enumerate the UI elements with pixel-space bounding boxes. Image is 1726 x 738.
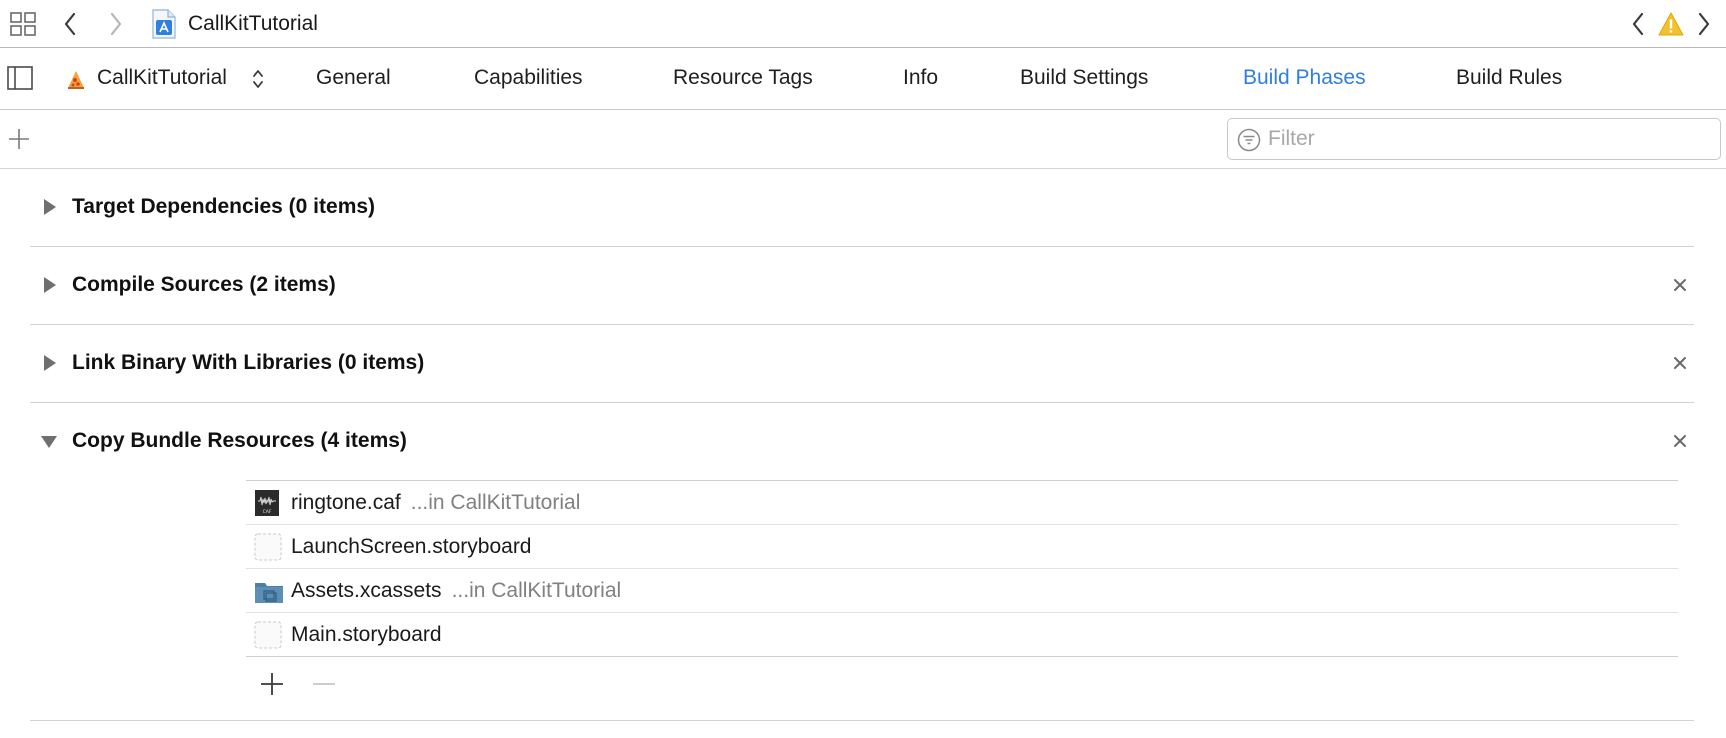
issue-forward-icon[interactable] — [1692, 10, 1716, 38]
disclosure-triangle-icon[interactable] — [42, 197, 58, 217]
related-items-icon[interactable] — [8, 10, 38, 38]
disclosure-triangle-expanded-icon[interactable] — [39, 434, 59, 450]
phase-title: Copy Bundle Resources (4 items) — [72, 429, 407, 452]
filter-row — [0, 110, 1726, 169]
remove-resource-icon[interactable] — [310, 671, 338, 697]
tab-build-phases[interactable]: Build Phases — [1243, 63, 1366, 93]
tab-resource-tags[interactable]: Resource Tags — [673, 63, 813, 93]
editor-tab-bar: CallKitTutorial General Capabilities Res… — [0, 48, 1726, 110]
chevron-updown-icon[interactable] — [249, 66, 267, 92]
resource-location: ...in CallKitTutorial — [451, 579, 622, 602]
disclosure-triangle-icon[interactable] — [42, 275, 58, 295]
sidebar-toggle-icon[interactable] — [6, 64, 34, 92]
resource-row[interactable]: CAF ringtone.caf ...in CallKitTutorial — [246, 481, 1678, 525]
phase-header[interactable]: Compile Sources (2 items) — [30, 247, 1694, 325]
storyboard-file-icon — [254, 533, 282, 561]
back-arrow-icon[interactable] — [58, 10, 82, 38]
forward-arrow-icon[interactable] — [104, 10, 128, 38]
breadcrumb-project[interactable]: CallKitTutorial — [188, 10, 318, 38]
project-file-icon — [150, 8, 178, 40]
phase-title: Compile Sources (2 items) — [72, 273, 336, 296]
phase-header[interactable]: Link Binary With Libraries (0 items) — [30, 325, 1694, 403]
tab-build-settings[interactable]: Build Settings — [1020, 63, 1148, 93]
resource-row[interactable]: Assets.xcassets ...in CallKitTutorial — [246, 569, 1678, 613]
phase-link-binary: Link Binary With Libraries (0 items) — [30, 325, 1694, 403]
resource-name: Main.storyboard — [291, 623, 442, 646]
navigation-bar: CallKitTutorial — [0, 0, 1726, 48]
filter-input[interactable] — [1268, 125, 1708, 153]
resource-name: ringtone.caf — [291, 491, 401, 514]
phase-title: Target Dependencies (0 items) — [72, 195, 376, 218]
audio-file-icon: CAF — [254, 489, 282, 517]
remove-phase-icon[interactable] — [1668, 273, 1692, 297]
phase-compile-sources: Compile Sources (2 items) — [30, 247, 1694, 325]
remove-phase-icon[interactable] — [1668, 429, 1692, 453]
warning-icon[interactable] — [1656, 10, 1686, 38]
tab-general[interactable]: General — [316, 63, 391, 93]
resource-name: LaunchScreen.storyboard — [291, 535, 532, 558]
add-resource-icon[interactable] — [258, 671, 286, 697]
svg-text:CAF: CAF — [263, 509, 272, 515]
tab-info[interactable]: Info — [903, 63, 938, 93]
phase-target-dependencies: Target Dependencies (0 items) — [30, 169, 1694, 247]
target-icon — [64, 67, 88, 91]
filter-icon — [1236, 127, 1262, 153]
resource-location: ...in CallKitTutorial — [410, 491, 581, 514]
resource-row[interactable]: LaunchScreen.storyboard — [246, 525, 1678, 569]
filter-field[interactable] — [1227, 118, 1721, 160]
tab-capabilities[interactable]: Capabilities — [474, 63, 583, 93]
disclosure-triangle-icon[interactable] — [42, 353, 58, 373]
phase-header[interactable]: Copy Bundle Resources (4 items) — [30, 403, 1694, 481]
issue-back-icon[interactable] — [1626, 10, 1650, 38]
resource-row[interactable]: Main.storyboard — [246, 613, 1678, 657]
phase-title: Link Binary With Libraries (0 items) — [72, 351, 425, 374]
target-selector[interactable]: CallKitTutorial — [97, 63, 227, 93]
resources-table: CAF ringtone.caf ...in CallKitTutorial La… — [246, 480, 1678, 657]
add-phase-icon[interactable] — [6, 126, 32, 152]
resource-name: Assets.xcassets — [291, 579, 442, 602]
tab-build-rules[interactable]: Build Rules — [1456, 63, 1562, 93]
remove-phase-icon[interactable] — [1668, 351, 1692, 375]
storyboard-file-icon — [254, 621, 282, 649]
add-remove-controls — [258, 666, 348, 700]
asset-catalog-icon — [254, 577, 283, 605]
phase-header[interactable]: Target Dependencies (0 items) — [30, 169, 1694, 247]
